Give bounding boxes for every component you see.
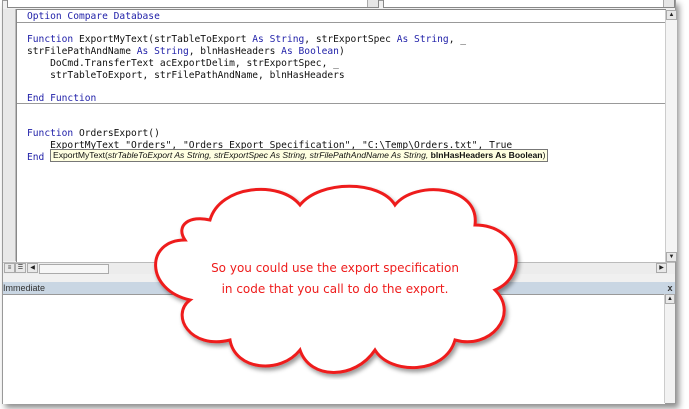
- code-text: strFilePathAndName: [27, 46, 137, 57]
- code-line: Function OrdersExport(): [27, 128, 160, 139]
- keyword: As: [396, 34, 409, 45]
- callout-line: in code that you call to do the export.: [221, 282, 449, 296]
- code-line: DoCmd.TransferText acExportDelim, strExp…: [27, 58, 339, 69]
- callout-text: So you could use the export specificatio…: [140, 258, 530, 300]
- tooltip-function: ExportMyText(: [53, 150, 108, 160]
- scroll-right-arrow-icon[interactable]: ▶: [656, 263, 667, 273]
- code-line: strTableToExport, strFilePathAndName, bl…: [27, 70, 345, 81]
- tooltip-paren: ): [542, 150, 546, 160]
- scroll-left-arrow-icon[interactable]: ◀: [27, 263, 38, 273]
- code-line: strFilePathAndName As String, blnHasHead…: [27, 46, 345, 57]
- code-text: ExportMyText(strTableToExport: [73, 34, 253, 45]
- dropdown-button[interactable]: [663, 0, 674, 7]
- object-combo[interactable]: [7, 0, 379, 8]
- keyword: As: [252, 34, 264, 45]
- immediate-vertical-scrollbar[interactable]: ▲: [664, 294, 675, 403]
- keyword: String: [414, 34, 449, 45]
- code-text: OrdersExport(): [73, 128, 160, 139]
- keyword: As: [136, 46, 149, 57]
- callout-line: So you could use the export specificatio…: [211, 261, 459, 275]
- scroll-thumb[interactable]: [39, 264, 109, 274]
- tooltip-params: strTableToExport As String, strExportSpe…: [107, 150, 431, 160]
- margin-indicator-bar[interactable]: [3, 9, 16, 261]
- scroll-up-arrow-icon[interactable]: ▲: [665, 294, 675, 304]
- procedure-view-icon[interactable]: ≡: [4, 263, 15, 273]
- keyword: String: [154, 46, 189, 57]
- code-text: , strExportSpec: [304, 34, 397, 45]
- code-line: End: [27, 152, 45, 163]
- procedure-separator: [17, 22, 665, 23]
- code-line: Option Compare Database: [27, 11, 160, 22]
- scroll-up-arrow-icon[interactable]: ▲: [666, 10, 677, 20]
- code-text: ): [338, 46, 345, 57]
- procedure-separator: [17, 103, 665, 104]
- parameter-info-tooltip: ExportMyText(strTableToExport As String,…: [50, 149, 549, 162]
- close-icon[interactable]: x: [665, 282, 675, 294]
- vertical-scrollbar[interactable]: ▲ ▼: [665, 10, 677, 262]
- keyword: Boolean: [298, 46, 339, 57]
- code-text: , _: [448, 34, 467, 45]
- procedure-combo[interactable]: [383, 0, 675, 8]
- keyword: As: [281, 46, 293, 57]
- tooltip-current-param: blnHasHeaders As Boolean: [430, 150, 543, 160]
- immediate-title: Immediate: [3, 283, 46, 293]
- keyword: Function: [27, 128, 74, 139]
- keyword: String: [269, 34, 305, 45]
- dropdown-button[interactable]: [367, 0, 378, 7]
- code-line: Function ExportMyText(strTableToExport A…: [27, 34, 466, 45]
- code-text: , blnHasHeaders: [188, 46, 282, 57]
- scroll-down-arrow-icon[interactable]: ▼: [666, 252, 677, 262]
- full-module-view-icon[interactable]: ☰: [15, 263, 26, 273]
- keyword: Function: [27, 34, 74, 45]
